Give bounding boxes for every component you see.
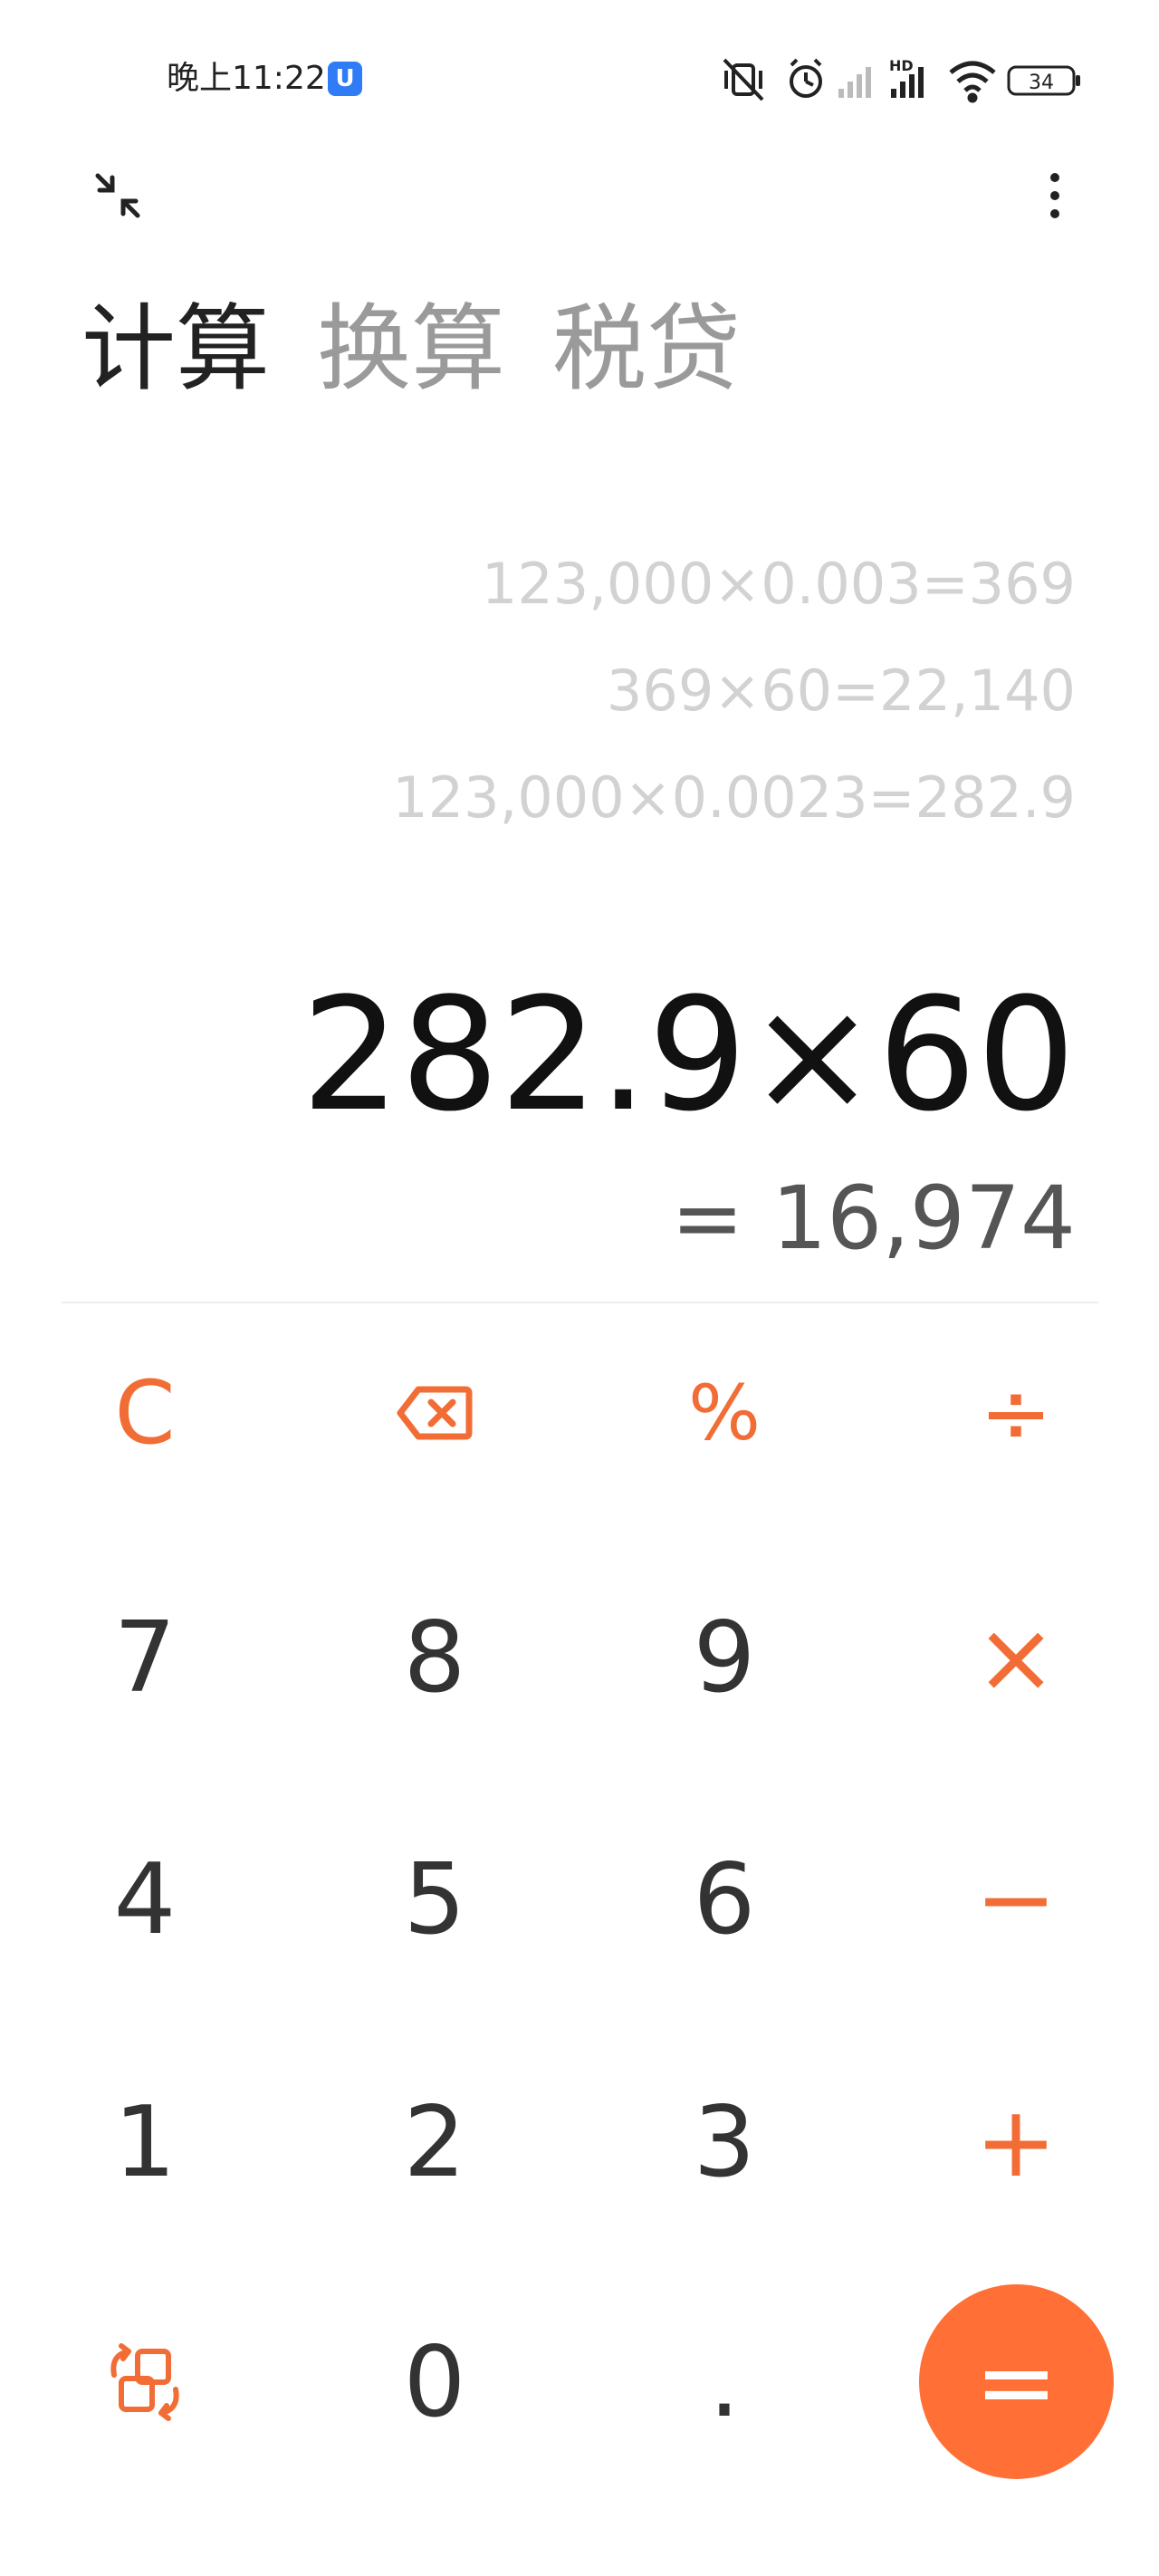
battery-level: 34 — [1029, 72, 1054, 94]
hd-signal-icon: HD — [889, 57, 924, 98]
digit-7-button[interactable]: 7 — [41, 1576, 249, 1739]
digit-3-button[interactable]: 3 — [620, 2061, 829, 2224]
decimal-point-button[interactable]: . — [620, 2301, 829, 2464]
history-item[interactable]: 123,000×0.003=369 — [261, 543, 1076, 625]
digit-5-button[interactable]: 5 — [330, 1818, 539, 1981]
switch-mode-icon — [110, 2343, 179, 2421]
percent-label: % — [688, 1369, 761, 1457]
divide-label: ÷ — [979, 1362, 1053, 1464]
mute-vibrate-icon — [723, 58, 764, 101]
clear-button[interactable]: C — [41, 1331, 249, 1495]
tab-tax-loan[interactable]: 税贷 — [552, 290, 741, 408]
digit-2-button[interactable]: 2 — [330, 2061, 539, 2224]
more-vertical-icon[interactable] — [1032, 168, 1078, 223]
svg-text:HD: HD — [889, 57, 914, 74]
alarm-icon — [790, 58, 822, 98]
signal-icon — [838, 67, 871, 98]
tab-convert[interactable]: 换算 — [317, 290, 505, 408]
expression-display: 282.9×60 — [301, 964, 1076, 1146]
history-item[interactable]: 123,000×0.0023=282.9 — [261, 757, 1076, 839]
equals-label: = — [974, 2323, 1058, 2440]
shield-u-icon: U — [328, 62, 362, 96]
result-display: = 16,974 — [671, 1168, 1076, 1269]
digit-8-button[interactable]: 8 — [330, 1576, 539, 1739]
digit-0-button[interactable]: 0 — [330, 2301, 539, 2464]
backspace-icon — [397, 1386, 473, 1440]
multiply-button[interactable]: × — [912, 1576, 1120, 1739]
clear-label: C — [114, 1362, 176, 1464]
backspace-button[interactable] — [330, 1331, 539, 1495]
digit-6-button[interactable]: 6 — [620, 1818, 829, 1981]
collapse-icon[interactable] — [91, 168, 145, 223]
plus-button[interactable]: + — [912, 2061, 1120, 2224]
wifi-icon — [949, 61, 996, 103]
minus-button[interactable]: − — [912, 1818, 1120, 1981]
battery-icon: 34 — [1007, 65, 1080, 96]
tab-calculate[interactable]: 计算 — [81, 290, 270, 408]
digit-9-button[interactable]: 9 — [620, 1576, 829, 1739]
equals-button[interactable]: = — [919, 2284, 1114, 2479]
status-time: 晚上11:22 — [167, 60, 326, 97]
digit-1-button[interactable]: 1 — [41, 2061, 249, 2224]
history-item[interactable]: 369×60=22,140 — [261, 650, 1076, 732]
divider — [62, 1302, 1098, 1303]
percent-button[interactable]: % — [620, 1331, 829, 1495]
status-icons: HD 34 — [721, 53, 1092, 107]
digit-4-button[interactable]: 4 — [41, 1818, 249, 1981]
switch-mode-button[interactable] — [41, 2301, 249, 2464]
divide-button[interactable]: ÷ — [912, 1331, 1120, 1495]
